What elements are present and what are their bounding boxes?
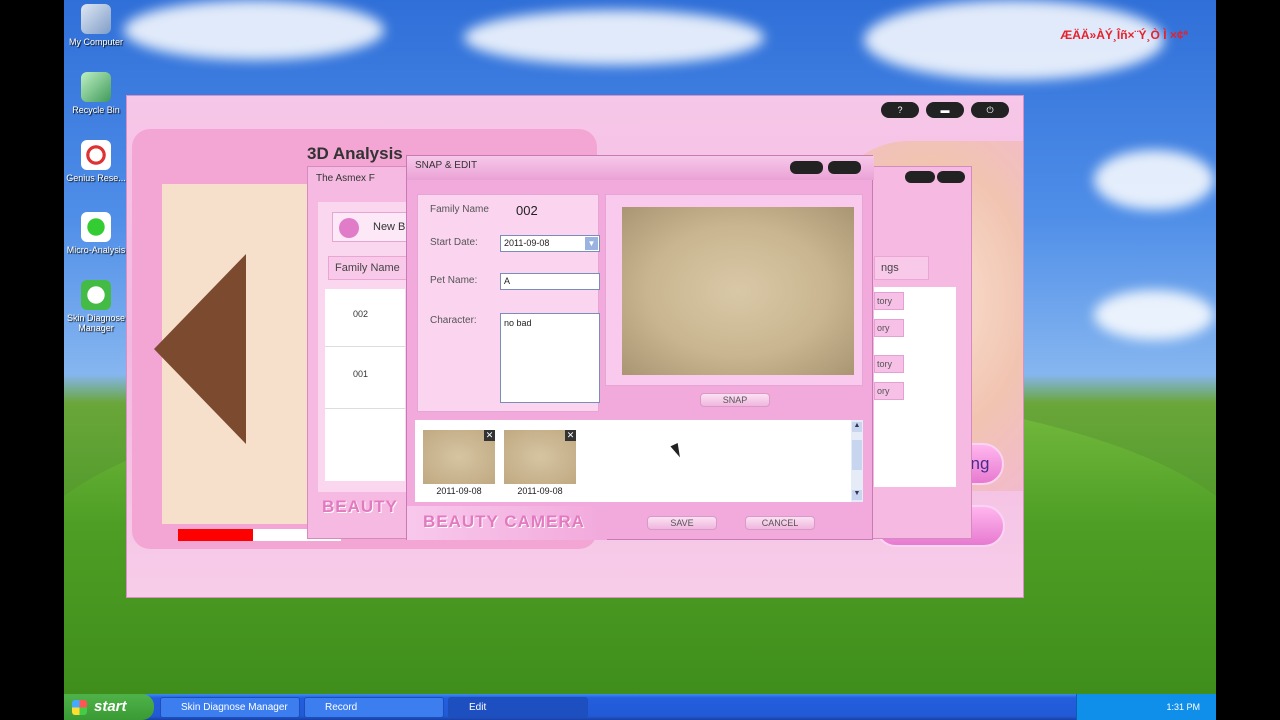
save-button[interactable]: SAVE bbox=[647, 516, 717, 530]
chevron-up-icon[interactable]: ▲ bbox=[852, 422, 862, 432]
thumbnail-date: 2011-09-08 bbox=[517, 486, 563, 496]
history-button[interactable]: tory bbox=[874, 355, 904, 373]
desktop-icon-label: My Computer bbox=[68, 37, 123, 47]
pet-name-input[interactable]: A bbox=[500, 273, 600, 290]
windows-logo-icon bbox=[72, 700, 87, 715]
start-label: start bbox=[94, 698, 127, 715]
beauty-camera-label: BEAUTY CAMERA bbox=[423, 512, 585, 531]
pet-info-form: Family Name 002 Start Date: 2011-09-08 ▼… bbox=[417, 194, 600, 412]
snap-button[interactable]: SNAP bbox=[700, 393, 770, 407]
character-label: Character: bbox=[430, 315, 477, 326]
camera-preview-frame bbox=[605, 194, 863, 386]
progress-fill bbox=[178, 529, 253, 541]
history-button[interactable]: tory bbox=[874, 292, 904, 310]
start-button[interactable]: start bbox=[64, 694, 154, 720]
history-button[interactable]: ory bbox=[874, 319, 904, 337]
thumbnail[interactable]: ✕ bbox=[423, 430, 495, 484]
magnifier-icon bbox=[81, 140, 111, 170]
mouse-cursor-icon bbox=[670, 442, 684, 460]
new-icon bbox=[339, 218, 359, 238]
cloud bbox=[124, 0, 384, 60]
taskbar-item-edit[interactable]: Edit bbox=[448, 697, 588, 718]
minimize-button[interactable] bbox=[905, 171, 935, 183]
family-list: 002 001 bbox=[325, 289, 405, 481]
settings-header[interactable]: ngs bbox=[874, 256, 929, 280]
close-icon[interactable]: ✕ bbox=[565, 430, 576, 441]
snap-edit-dialog: SNAP & EDIT Family Name 002 Start Date: … bbox=[406, 155, 874, 540]
desktop-icon-label: Recycle Bin bbox=[72, 105, 120, 115]
computer-icon bbox=[81, 4, 111, 34]
corrupted-title-text: ÆÄÄ»ÀÝ¸Îñ×¨Ý¸Ò Ì ×¢ª bbox=[1060, 28, 1188, 42]
beauty-label: BEAUTY bbox=[322, 497, 398, 516]
desktop-icon-label: Micro-Analysis bbox=[66, 245, 126, 255]
power-button[interactable]: ⏻ bbox=[971, 102, 1009, 118]
scrollbar-thumb[interactable] bbox=[852, 440, 862, 470]
micro-analysis-icon bbox=[81, 212, 111, 242]
desktop-icon-skin-diagnose[interactable]: Skin Diagnose Manager bbox=[64, 280, 131, 333]
close-button[interactable] bbox=[937, 171, 965, 183]
cancel-button[interactable]: CANCEL bbox=[745, 516, 815, 530]
desktop-icon-label: Genius Rese... bbox=[66, 173, 126, 183]
taskbar-item-record[interactable]: Record bbox=[304, 697, 444, 718]
family-name-label: Family Name bbox=[430, 204, 489, 215]
thumbnail[interactable]: ✕ bbox=[504, 430, 576, 484]
chevron-down-icon[interactable]: ▼ bbox=[852, 490, 862, 500]
list-item[interactable]: 002 bbox=[325, 289, 405, 347]
cloud bbox=[1094, 290, 1214, 340]
help-button[interactable]: ? bbox=[881, 102, 919, 118]
window-title: The Asmex F bbox=[316, 173, 375, 184]
close-icon[interactable]: ✕ bbox=[484, 430, 495, 441]
thumbnail-strip: ✕ 2011-09-08 ✕ 2011-09-08 ▲ ▼ bbox=[415, 420, 863, 502]
desktop-icon-micro-analysis[interactable]: Micro-Analysis bbox=[64, 212, 131, 255]
taskbar: start Skin Diagnose Manager Record Edit … bbox=[64, 694, 1216, 720]
3d-shape bbox=[154, 254, 246, 444]
start-date-label: Start Date: bbox=[430, 237, 478, 248]
start-date-value: 2011-09-08 bbox=[504, 238, 550, 248]
list-item-name: 001 bbox=[353, 369, 369, 379]
clock[interactable]: 1:31 PM bbox=[1166, 702, 1200, 712]
scrollbar[interactable]: ▲ ▼ bbox=[851, 420, 863, 502]
recycle-bin-icon bbox=[81, 72, 111, 102]
pet-name-label: Pet Name: bbox=[430, 275, 478, 286]
character-textarea[interactable]: no bad bbox=[500, 313, 600, 403]
skin-diagnose-icon bbox=[81, 280, 111, 310]
close-button[interactable] bbox=[828, 161, 861, 174]
desktop-icon-my-computer[interactable]: My Computer bbox=[64, 4, 131, 47]
desktop-icon-recycle-bin[interactable]: Recycle Bin bbox=[64, 72, 131, 115]
desktop-icon-label: Skin Diagnose Manager bbox=[66, 313, 126, 333]
chevron-down-icon[interactable]: ▼ bbox=[585, 237, 598, 250]
cloud bbox=[1094, 150, 1214, 210]
taskbar-item-skin-diagnose[interactable]: Skin Diagnose Manager bbox=[160, 697, 300, 718]
list-item[interactable]: 001 bbox=[325, 347, 405, 409]
system-tray: 1:31 PM bbox=[1076, 694, 1216, 720]
skin-preview-image bbox=[622, 207, 854, 375]
history-button[interactable]: ory bbox=[874, 382, 904, 400]
family-name-header[interactable]: Family Name bbox=[328, 256, 408, 280]
desktop-icon-genius[interactable]: Genius Rese... bbox=[64, 140, 131, 183]
thumbnail-date: 2011-09-08 bbox=[436, 486, 482, 496]
cloud bbox=[464, 10, 764, 65]
panel-title: 3D Analysis bbox=[307, 144, 403, 163]
minimize-button[interactable] bbox=[790, 161, 823, 174]
dialog-title: SNAP & EDIT bbox=[415, 160, 478, 171]
new-button-label: New B bbox=[373, 221, 406, 233]
start-date-select[interactable]: 2011-09-08 ▼ bbox=[500, 235, 600, 252]
list-item-name: 002 bbox=[353, 309, 369, 319]
minimize-button[interactable]: ▬ bbox=[926, 102, 964, 118]
family-name-value: 002 bbox=[516, 203, 538, 218]
